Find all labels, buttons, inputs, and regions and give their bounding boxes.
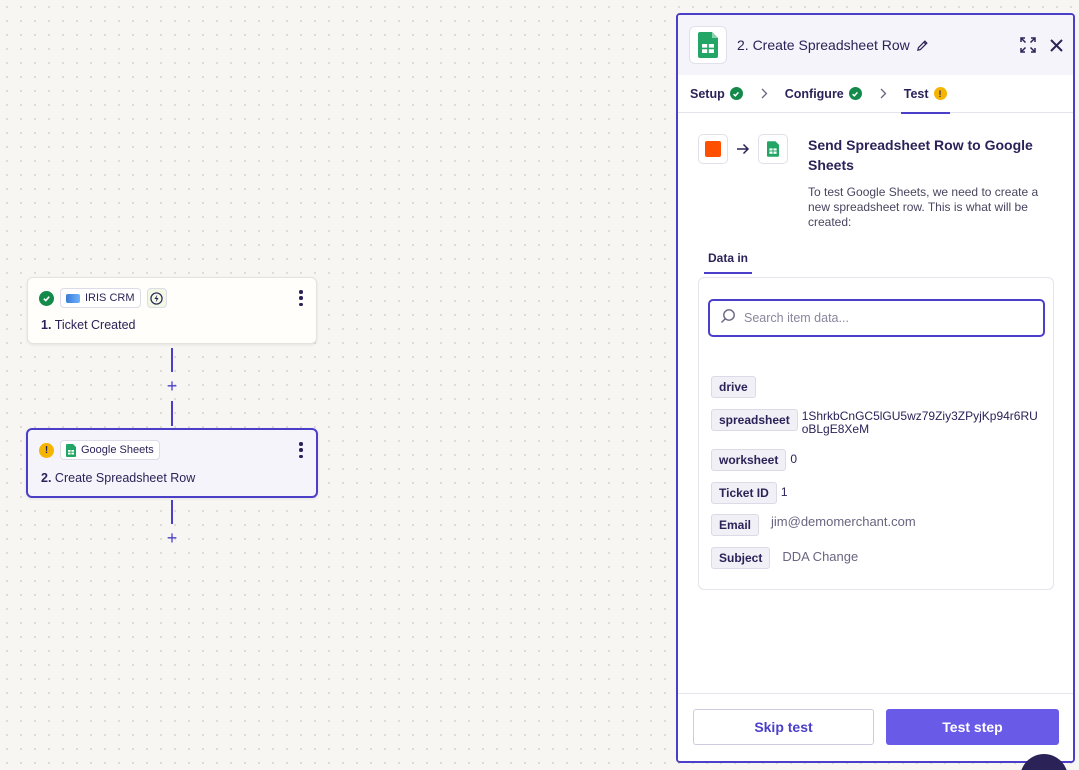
google-sheets-icon xyxy=(758,134,788,164)
action-node-title: 2. Create Spreadsheet Row xyxy=(41,471,195,485)
field-value: 1ShrkbCnGC5lGU5wz79Ziy3ZPyjKp94r6RUoBLgE… xyxy=(801,409,1038,436)
panel-title: 2. Create Spreadsheet Row xyxy=(737,37,910,53)
trigger-app-icon xyxy=(698,134,728,164)
trigger-app-name: IRIS CRM xyxy=(85,292,135,304)
field-value: DDA Change xyxy=(782,549,859,564)
test-step-button[interactable]: Test step xyxy=(886,709,1059,745)
action-node-header: ! Google Sheets xyxy=(39,440,160,460)
field-key[interactable]: Subject xyxy=(711,547,771,569)
step-details-panel: 2. Create Spreadsheet Row Setup Configur… xyxy=(676,13,1075,763)
action-more-options-icon[interactable] xyxy=(298,442,304,458)
search-box xyxy=(708,299,1045,337)
expand-icon[interactable] xyxy=(1020,37,1036,58)
data-in-box: drive spreadsheet 1ShrkbCnGC5lGU5wz79Ziy… xyxy=(698,277,1054,590)
add-step-plus-icon[interactable]: + xyxy=(165,529,179,547)
add-step-plus-icon[interactable]: + xyxy=(165,377,179,395)
trigger-more-options-icon[interactable] xyxy=(298,290,304,306)
trigger-node-title: 1. Ticket Created xyxy=(41,318,136,332)
field-value: 0 xyxy=(790,452,798,466)
field-key[interactable]: spreadsheet xyxy=(711,409,798,431)
action-node[interactable]: ! Google Sheets 2. Create Spreadsheet Ro… xyxy=(26,428,318,498)
chevron-right-icon xyxy=(755,88,775,99)
tab-test[interactable]: Test ! xyxy=(900,75,950,114)
panel-header-actions xyxy=(1020,37,1063,58)
warning-icon: ! xyxy=(933,87,947,100)
complete-check-icon xyxy=(729,87,743,100)
action-step-title: Create Spreadsheet Row xyxy=(54,471,196,485)
trigger-step-title: Ticket Created xyxy=(54,318,136,332)
complete-check-icon xyxy=(848,87,862,100)
warning-icon: ! xyxy=(39,442,54,458)
data-field-row: Subject DDA Change xyxy=(711,547,858,569)
tab-setup[interactable]: Setup xyxy=(690,75,743,113)
field-key[interactable]: drive xyxy=(711,376,756,398)
trigger-node[interactable]: IRIS CRM 1. Ticket Created xyxy=(27,277,317,344)
panel-footer: Skip test Test step xyxy=(678,693,1073,761)
field-value: 1 xyxy=(780,485,788,499)
chevron-right-icon xyxy=(874,88,894,99)
send-description: To test Google Sheets, we need to create… xyxy=(808,185,1039,229)
data-field-row: Ticket ID 1 xyxy=(711,482,788,504)
field-key[interactable]: worksheet xyxy=(711,449,787,471)
trigger-step-number: 1. xyxy=(41,318,52,332)
field-value: jim@demomerchant.com xyxy=(771,514,916,529)
google-sheets-icon xyxy=(689,26,727,64)
trigger-app-chip: IRIS CRM xyxy=(60,288,141,308)
step-tabs: Setup Configure Test ! xyxy=(678,75,1073,114)
search-icon xyxy=(720,308,736,329)
data-field-row: spreadsheet 1ShrkbCnGC5lGU5wz79Ziy3ZPyjK… xyxy=(711,409,1042,436)
arrow-right-icon xyxy=(736,143,750,155)
iris-crm-logo-icon xyxy=(66,293,80,303)
action-app-chip: Google Sheets xyxy=(60,440,160,460)
action-step-number: 2. xyxy=(41,471,52,485)
skip-test-button[interactable]: Skip test xyxy=(693,709,874,745)
data-field-row: worksheet 0 xyxy=(711,449,797,471)
tab-setup-label: Setup xyxy=(690,86,725,101)
search-input[interactable] xyxy=(744,311,1024,325)
tab-data-in[interactable]: Data in xyxy=(703,251,753,274)
tab-test-label: Test xyxy=(903,86,929,101)
connector-line xyxy=(171,500,173,524)
data-field-row: drive xyxy=(711,376,756,398)
close-icon[interactable] xyxy=(1050,38,1063,57)
edit-pencil-icon[interactable] xyxy=(916,39,929,52)
data-field-row: Email jim@demomerchant.com xyxy=(711,514,916,536)
connector-line xyxy=(171,348,173,372)
success-check-icon xyxy=(39,290,54,306)
field-key[interactable]: Ticket ID xyxy=(711,482,777,504)
panel-header: 2. Create Spreadsheet Row xyxy=(678,15,1073,75)
field-key[interactable]: Email xyxy=(711,514,760,536)
app-flow-row xyxy=(698,134,788,164)
trigger-node-header: IRIS CRM xyxy=(39,288,167,308)
lightning-bolt-icon xyxy=(146,288,167,308)
tab-configure[interactable]: Configure xyxy=(785,75,862,113)
connector-line xyxy=(171,401,173,426)
google-sheets-icon xyxy=(66,443,76,457)
send-title: Send Spreadsheet Row to Google Sheets xyxy=(808,137,1033,173)
action-app-name: Google Sheets xyxy=(81,444,154,456)
tab-configure-label: Configure xyxy=(784,86,844,101)
